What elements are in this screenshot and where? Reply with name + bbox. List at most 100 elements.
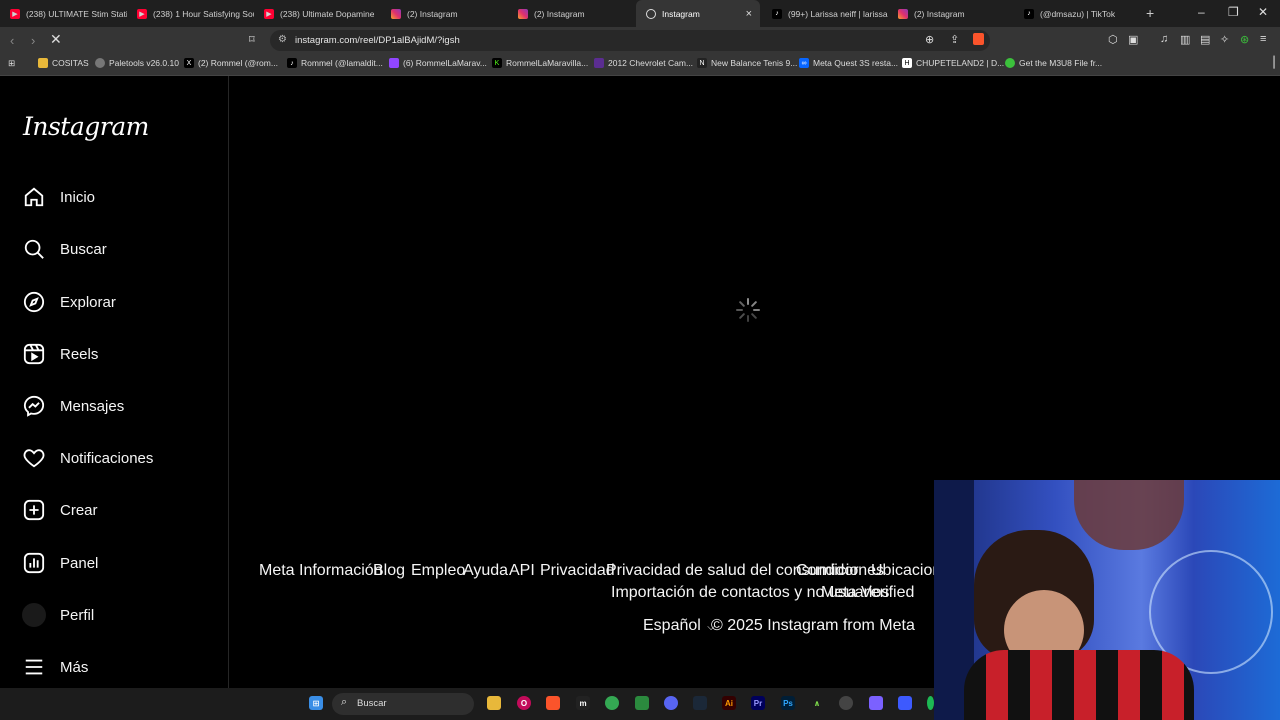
app-icon[interactable] — [898, 696, 912, 710]
premiere-icon[interactable]: Pr — [751, 696, 765, 710]
footer-link[interactable]: Ayuda — [463, 562, 508, 580]
vpn-icon[interactable]: ⊛ — [1240, 33, 1249, 46]
folder-icon — [38, 58, 48, 68]
photoshop-icon[interactable]: Ps — [781, 696, 795, 710]
meta-icon: ∞ — [799, 58, 809, 68]
windows-start-icon[interactable]: ⊞ — [309, 696, 323, 710]
chrome-icon[interactable] — [605, 696, 619, 710]
nav-notificaciones[interactable]: Notificaciones — [22, 443, 153, 473]
browser-tab[interactable]: ♪ (99+) Larissa neiff | larissa — [762, 0, 889, 27]
browser-tab-active[interactable]: Instagram × — [636, 0, 760, 27]
app-icon[interactable]: ∧ — [810, 696, 824, 710]
spotify-icon[interactable] — [927, 696, 934, 710]
cars-icon — [594, 58, 604, 68]
tiktok-icon: ♪ — [772, 8, 782, 19]
footer-link[interactable]: Blog — [373, 562, 405, 580]
search-icon — [22, 237, 46, 261]
media-icon[interactable]: ♫ — [1160, 33, 1168, 45]
url-text[interactable]: instagram.com/reel/DP1alBAjidM/?igsh — [295, 35, 460, 46]
nav-mas[interactable]: Más — [22, 652, 88, 682]
address-bar[interactable]: ⚙ instagram.com/reel/DP1alBAjidM/?igsh ⊕… — [270, 30, 990, 51]
webcam-overlay — [934, 480, 1280, 720]
close-tab-icon[interactable]: × — [746, 8, 752, 20]
youtube-icon: ▶ — [10, 8, 20, 19]
browser-tab[interactable]: (2) Instagram — [888, 0, 1015, 27]
bookmark-item[interactable]: X (2) Rommel (@rom... — [184, 58, 278, 68]
nav-buscar[interactable]: Buscar — [22, 234, 107, 264]
bookmark-item[interactable]: ♪ Rommel (@lamaldit... — [287, 58, 383, 68]
instagram-icon — [898, 8, 908, 19]
footer-link[interactable]: Meta — [259, 562, 295, 580]
loading-spinner-icon — [736, 298, 760, 322]
nav-reels[interactable]: Reels — [22, 339, 98, 369]
zoom-icon[interactable]: ⊕ — [925, 33, 934, 46]
avatar-icon — [22, 603, 46, 627]
app-icon[interactable] — [869, 696, 883, 710]
bookmark-item[interactable]: ∞ Meta Quest 3S resta... — [799, 58, 898, 68]
browser-tab[interactable]: (2) Instagram — [508, 0, 635, 27]
nav-explorar[interactable]: Explorar — [22, 287, 116, 317]
menu-icon[interactable]: ≡ — [1260, 33, 1266, 45]
globe-icon — [95, 58, 105, 68]
bookmark-item[interactable]: Paletools v26.0.10 — [95, 58, 179, 68]
youtube-icon: ▶ — [264, 8, 274, 19]
nav-panel[interactable]: Panel — [22, 548, 98, 578]
browser-tab[interactable]: ♪ (@dmsazu) | TikTok — [1014, 0, 1141, 27]
opera-icon[interactable]: O — [517, 696, 531, 710]
x-icon: X — [184, 58, 194, 68]
footer-link[interactable]: Empleo — [411, 562, 465, 580]
wallet-icon[interactable]: ▣ — [1128, 33, 1138, 46]
app-icon[interactable] — [839, 696, 853, 710]
window-close-icon[interactable]: ✕ — [1258, 5, 1268, 19]
apps-grid-icon[interactable]: ⊞ — [8, 58, 15, 69]
brave-shields-icon[interactable] — [973, 33, 984, 45]
new-tab-button[interactable]: + — [1146, 5, 1154, 21]
language-selector[interactable]: Español ⌵ — [643, 617, 715, 635]
bookmark-item[interactable]: (6) RommelLaMarav... — [389, 58, 487, 68]
bookmark-item[interactable]: K RommelLaMaravilla... — [492, 58, 588, 68]
file-explorer-icon[interactable] — [487, 696, 501, 710]
browser-tab[interactable]: (2) Instagram — [381, 0, 508, 27]
app-icon[interactable] — [635, 696, 649, 710]
bookmark-item[interactable]: H CHUPETELAND2 | D... — [902, 58, 1004, 68]
app-icon[interactable]: m — [576, 696, 590, 710]
brave-icon[interactable] — [546, 696, 560, 710]
leo-icon[interactable]: ▤ — [1200, 33, 1210, 46]
compass-icon — [22, 290, 46, 314]
stop-loading-icon[interactable]: ✕ — [50, 31, 62, 48]
ai-icon[interactable]: ✧ — [1220, 33, 1229, 46]
instagram-icon — [391, 8, 401, 19]
footer-link[interactable]: Información — [299, 562, 383, 580]
nav-perfil[interactable]: Perfil — [22, 600, 94, 630]
share-icon[interactable]: ⇪ — [950, 33, 959, 46]
browser-tab[interactable]: ▶ (238) ULTIMATE Stim Static — [0, 0, 127, 27]
nav-crear[interactable]: Crear — [22, 495, 98, 525]
site-settings-icon[interactable]: ⚙ — [278, 34, 287, 45]
browser-tab[interactable]: ▶ (238) Ultimate Dopamine — [254, 0, 381, 27]
restore-icon[interactable]: ❐ — [1228, 5, 1239, 19]
bookmark-item[interactable]: N New Balance Tenis 9... — [697, 58, 797, 68]
browser-toolbar: ‹ › ✕ ⌑ ⚙ instagram.com/reel/DP1alBAjidM… — [0, 27, 1280, 54]
footer-link[interactable]: Meta Verified — [821, 584, 914, 602]
nav-inicio[interactable]: Inicio — [22, 182, 95, 212]
steam-icon[interactable] — [693, 696, 707, 710]
instagram-logo[interactable]: Instagram — [23, 112, 149, 141]
back-icon[interactable]: ‹ — [10, 33, 14, 48]
discord-icon[interactable] — [664, 696, 678, 710]
menu-icon — [22, 655, 46, 679]
taskbar-search[interactable]: ⌕ Buscar — [332, 693, 474, 715]
browser-tab[interactable]: ▶ (238) 1 Hour Satisfying Sound — [127, 0, 254, 27]
nav-mensajes[interactable]: Mensajes — [22, 391, 124, 421]
bookmarks-overflow-icon[interactable]: ▕ — [1266, 56, 1274, 69]
bookmark-item[interactable]: 2012 Chevrolet Cam... — [594, 58, 693, 68]
bookmark-item[interactable]: Get the M3U8 File fr... — [1005, 58, 1102, 68]
extensions-icon[interactable]: ⬡ — [1108, 33, 1118, 46]
footer-link[interactable]: Privacidad — [540, 562, 615, 580]
bookmark-icon[interactable]: ⌑ — [249, 33, 255, 46]
forward-icon[interactable]: › — [31, 33, 35, 48]
bookmark-item[interactable]: COSITAS — [38, 58, 89, 68]
footer-link[interactable]: API — [509, 562, 535, 580]
minimize-icon[interactable]: – — [1198, 5, 1205, 19]
sidebar-icon[interactable]: ▥ — [1180, 33, 1190, 46]
illustrator-icon[interactable]: Ai — [722, 696, 736, 710]
